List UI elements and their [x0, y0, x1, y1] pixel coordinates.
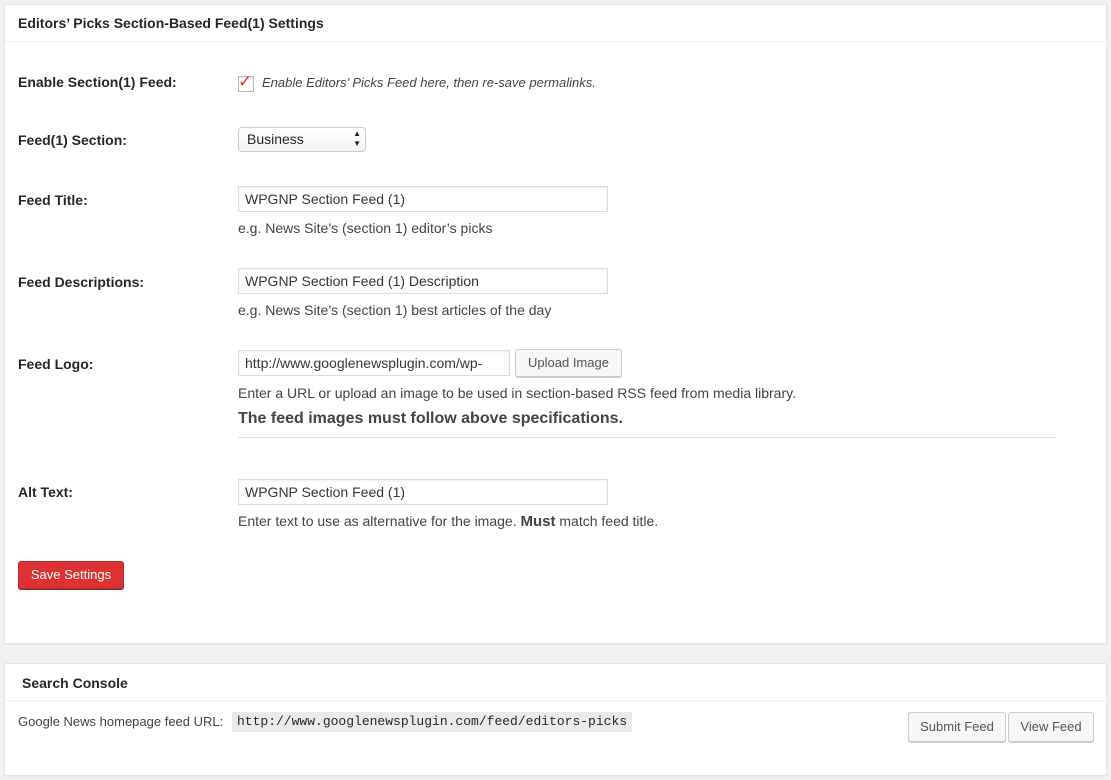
settings-panel: Editors’ Picks Section-Based Feed(1) Set… [4, 4, 1107, 644]
feed-url-value: http://www.googlenewsplugin.com/feed/edi… [232, 712, 633, 732]
feed-descriptions-label: Feed Descriptions: [18, 274, 145, 290]
alt-text-label: Alt Text: [18, 484, 73, 500]
feed-section-label: Feed(1) Section: [18, 132, 127, 148]
checkmark-icon: ✓ [238, 72, 253, 91]
search-console-header: Search Console [5, 664, 1106, 701]
enable-feed-checkbox[interactable]: ✓ [238, 72, 254, 92]
feed-descriptions-input[interactable]: WPGNP Section Feed (1) Description [238, 268, 608, 294]
feed-title-hint: e.g. News Site’s (section 1) editor’s pi… [238, 220, 493, 236]
enable-feed-label: Enable Section(1) Feed: [18, 74, 177, 90]
feed-title-input[interactable]: WPGNP Section Feed (1) [238, 186, 608, 212]
settings-panel-title: Editors’ Picks Section-Based Feed(1) Set… [18, 15, 324, 31]
save-settings-button[interactable]: Save Settings [18, 561, 124, 589]
feed-descriptions-hint: e.g. News Site’s (section 1) best articl… [238, 302, 552, 318]
alt-text-hint-emphasis: Must [520, 513, 556, 530]
upload-image-button[interactable]: Upload Image [515, 349, 622, 377]
feed-logo-hint: Enter a URL or upload an image to be use… [238, 385, 796, 401]
search-console-title: Search Console [22, 675, 128, 691]
settings-panel-header: Editors’ Picks Section-Based Feed(1) Set… [5, 5, 1106, 42]
alt-text-hint: Enter text to use as alternative for the… [238, 513, 658, 530]
section-divider [238, 437, 1056, 438]
alt-text-hint-text: Enter text to use as alternative for the… [238, 513, 521, 529]
search-console-panel: Search Console Google News homepage feed… [4, 663, 1107, 776]
view-feed-button[interactable]: View Feed [1008, 712, 1094, 742]
feed-logo-url-input[interactable]: http://www.googlenewsplugin.com/wp- [238, 350, 510, 376]
alt-text-hint-tail: match feed title. [555, 513, 659, 529]
alt-text-input[interactable]: WPGNP Section Feed (1) [238, 479, 608, 505]
feed-title-label: Feed Title: [18, 192, 88, 208]
feed-logo-label: Feed Logo: [18, 356, 94, 372]
submit-feed-button[interactable]: Submit Feed [908, 712, 1006, 742]
feed-url-label: Google News homepage feed URL: [18, 714, 224, 729]
feed-logo-spec-note: The feed images must follow above specif… [238, 410, 623, 427]
enable-feed-description: Enable Editors’ Picks Feed here, then re… [262, 75, 596, 90]
feed-section-select[interactable]: Business ▲ ▼ [238, 127, 366, 152]
feed-section-selected: Business [247, 131, 304, 147]
select-arrows-icon: ▲ ▼ [353, 129, 361, 148]
